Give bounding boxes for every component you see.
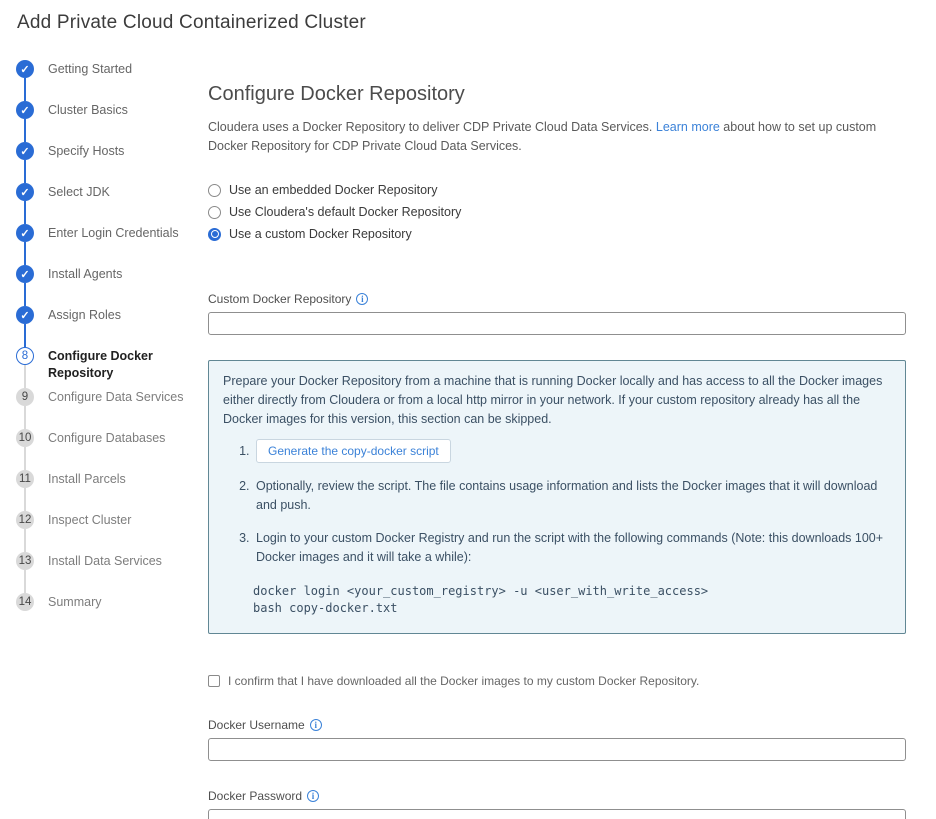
sidebar-step-configure-data-services[interactable]: 9 Configure Data Services — [16, 388, 208, 406]
info-box-intro: Prepare your Docker Repository from a ma… — [223, 372, 891, 429]
sidebar-step-getting-started[interactable]: ✓ Getting Started — [16, 60, 208, 78]
step-check-icon: ✓ — [16, 224, 34, 242]
info-icon[interactable] — [310, 719, 322, 731]
radio-selected-icon[interactable] — [208, 228, 221, 241]
step-label: Getting Started — [48, 60, 200, 78]
sidebar-step-install-data-services[interactable]: 13 Install Data Services — [16, 552, 208, 570]
step-check-icon: ✓ — [16, 183, 34, 201]
step-label: Specify Hosts — [48, 142, 200, 160]
step-label: Enter Login Credentials — [48, 224, 200, 242]
generate-copy-docker-script-button[interactable]: Generate the copy-docker script — [256, 439, 451, 463]
step-label: Cluster Basics — [48, 101, 200, 119]
info-icon[interactable] — [307, 790, 319, 802]
step-check-icon: ✓ — [16, 101, 34, 119]
step-number-badge: 9 — [16, 388, 34, 406]
step-label: Select JDK — [48, 183, 200, 201]
sidebar-step-enter-login-credentials[interactable]: ✓ Enter Login Credentials — [16, 224, 208, 242]
docker-password-label-text: Docker Password — [208, 789, 302, 803]
info-box-steps: Generate the copy-docker script Optional… — [223, 439, 891, 567]
radio-option-use-a-custom-docker-repository[interactable]: Use a custom Docker Repository — [208, 223, 906, 245]
step-label: Summary — [48, 593, 200, 611]
step-label: Install Parcels — [48, 470, 200, 488]
sidebar-step-install-agents[interactable]: ✓ Install Agents — [16, 265, 208, 283]
wizard-step-content: Configure Docker Repository Cloudera use… — [208, 60, 906, 819]
code-line-2: bash copy-docker.txt — [253, 601, 398, 615]
confirm-download-label: I confirm that I have downloaded all the… — [228, 674, 699, 688]
step-number-badge: 11 — [16, 470, 34, 488]
step-check-icon: ✓ — [16, 60, 34, 78]
sidebar-step-configure-docker-repository[interactable]: 8Configure Docker Repository — [16, 347, 208, 365]
custom-docker-repo-input[interactable] — [208, 312, 906, 335]
sidebar-step-summary[interactable]: 14 Summary — [16, 593, 208, 611]
info-box-step-3: Login to your custom Docker Registry and… — [253, 529, 891, 567]
docker-password-label: Docker Password — [208, 789, 906, 803]
confirm-download-checkbox[interactable] — [208, 675, 220, 687]
step-label: Configure Docker Repository — [48, 347, 200, 382]
wizard-step-sidebar: ✓ Getting Started ✓ Cluster Basics ✓ Specify … — [0, 60, 208, 819]
custom-docker-repo-label: Custom Docker Repository — [208, 292, 906, 306]
step-label: Install Data Services — [48, 552, 200, 570]
docker-login-code-block: docker login <your_custom_registry> -u <… — [253, 583, 891, 617]
step-number-badge: 12 — [16, 511, 34, 529]
sidebar-step-inspect-cluster[interactable]: 12 Inspect Cluster — [16, 511, 208, 529]
radio-option-label: Use Cloudera's default Docker Repository — [229, 205, 461, 219]
step-intro-text: Cloudera uses a Docker Repository to del… — [208, 118, 906, 156]
info-box-step-2: Optionally, review the script. The file … — [253, 477, 891, 515]
step-label: Configure Databases — [48, 429, 200, 447]
radio-option-label: Use a custom Docker Repository — [229, 227, 412, 241]
step-check-icon: ✓ — [16, 265, 34, 283]
radio-option-use-an-embedded-docker-repository[interactable]: Use an embedded Docker Repository — [208, 179, 906, 201]
step-label: Install Agents — [48, 265, 200, 283]
sidebar-step-specify-hosts[interactable]: ✓ Specify Hosts — [16, 142, 208, 160]
sidebar-step-assign-roles[interactable]: ✓ Assign Roles — [16, 306, 208, 324]
custom-docker-repo-label-text: Custom Docker Repository — [208, 292, 351, 306]
step-check-icon: ✓ — [16, 306, 34, 324]
docker-username-label: Docker Username — [208, 718, 906, 732]
step-number-badge: 10 — [16, 429, 34, 447]
step-number-badge: 8 — [16, 347, 34, 365]
step-check-icon: ✓ — [16, 142, 34, 160]
code-line-1: docker login <your_custom_registry> -u <… — [253, 584, 708, 598]
step-label: Inspect Cluster — [48, 511, 200, 529]
radio-unselected-icon[interactable] — [208, 184, 221, 197]
sidebar-step-select-jdk[interactable]: ✓ Select JDK — [16, 183, 208, 201]
wizard-layout: ✓ Getting Started ✓ Cluster Basics ✓ Specify … — [0, 60, 936, 819]
page-title: Add Private Cloud Containerized Cluster — [0, 0, 936, 34]
intro-before-link: Cloudera uses a Docker Repository to del… — [208, 120, 656, 134]
radio-option-use-cloudera-s-default-docker-repository[interactable]: Use Cloudera's default Docker Repository — [208, 201, 906, 223]
sidebar-step-install-parcels[interactable]: 11 Install Parcels — [16, 470, 208, 488]
step-label: Assign Roles — [48, 306, 200, 324]
docker-repo-radio-group: Use an embedded Docker Repository Use Clo… — [208, 179, 906, 245]
step-label: Configure Data Services — [48, 388, 200, 406]
docker-username-label-text: Docker Username — [208, 718, 305, 732]
step-number-badge: 13 — [16, 552, 34, 570]
info-box-step-1: Generate the copy-docker script — [253, 439, 891, 463]
radio-unselected-icon[interactable] — [208, 206, 221, 219]
step-number-badge: 14 — [16, 593, 34, 611]
sidebar-step-cluster-basics[interactable]: ✓ Cluster Basics — [16, 101, 208, 119]
confirm-download-row: I confirm that I have downloaded all the… — [208, 674, 906, 688]
radio-option-label: Use an embedded Docker Repository — [229, 183, 437, 197]
info-icon[interactable] — [356, 293, 368, 305]
docker-password-input[interactable] — [208, 809, 906, 819]
sidebar-step-configure-databases[interactable]: 10 Configure Databases — [16, 429, 208, 447]
docker-username-input[interactable] — [208, 738, 906, 761]
docker-prepare-info-box: Prepare your Docker Repository from a ma… — [208, 360, 906, 634]
step-heading: Configure Docker Repository — [208, 82, 906, 106]
learn-more-link[interactable]: Learn more — [656, 120, 720, 134]
